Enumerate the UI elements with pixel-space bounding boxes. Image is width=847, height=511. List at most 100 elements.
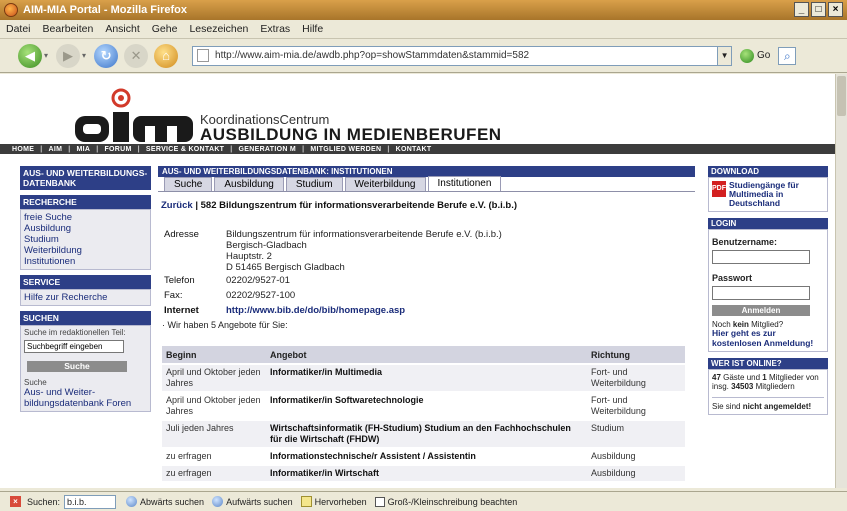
cell-richtung: Fort- und Weiterbildung [587,392,685,421]
go-button[interactable]: Go [740,48,770,63]
internet-link[interactable]: http://www.bib.de/do/bib/homepage.asp [226,305,405,316]
download-box: DOWNLOAD PDF Studiengänge für Multimedia… [708,166,828,212]
vertical-scrollbar[interactable] [835,74,847,488]
page-viewport: KoordinationsCentrum AUSBILDUNG IN MEDIE… [0,74,835,488]
table-row: zu erfragen Informatiker/in Wirtschaft A… [162,465,685,483]
main-content: AUS- UND WEITERBILDUNGSDATENBANK: INSTIT… [158,166,695,483]
find-up-icon [212,496,224,507]
find-previous-button[interactable]: Aufwärts suchen [212,496,293,507]
recherche-weiterbildung[interactable]: Weiterbildung [24,245,147,256]
cell-angebot-link[interactable]: Informatiker/in Multimedia [266,364,587,393]
find-next-button[interactable]: Abwärts suchen [126,496,204,507]
download-link[interactable]: PDF Studiengänge für Multimedia in Deuts… [712,181,824,208]
menu-datei[interactable]: Datei [6,23,31,35]
weiterbildungsdatenbank-title[interactable]: AUS- UND WEITERBILDUNGS-DATENBANK [20,166,151,190]
search-icon[interactable]: ⌕ [778,46,797,65]
address-row: Adresse Bildungszentrum für informations… [164,229,695,273]
tab-suche[interactable]: Suche [164,177,213,191]
url-dropdown-icon[interactable]: ▼ [718,45,733,66]
cell-richtung: Studium [587,420,685,449]
scrollbar-thumb[interactable] [837,76,846,116]
topnav-generation[interactable]: GENERATION M [239,146,297,153]
hilfe-zur-recherche-link[interactable]: Hilfe zur Recherche [24,292,147,303]
password-input[interactable] [712,285,810,300]
suche-datenbank-link[interactable]: Aus- und Weiter-bildungsdatenbank Foren [24,387,147,409]
match-case-label: Groß-/Kleinschreibung beachten [387,496,518,507]
tab-bar: Suche Ausbildung Studium Weiterbildung I… [158,176,695,192]
topnav-forum[interactable]: FORUM [104,146,131,153]
cell-angebot-link[interactable]: Informatiker/in Softwaretechnologie [266,392,587,421]
cell-richtung: Ausbildung [587,448,685,466]
username-input[interactable] [712,250,810,264]
match-case-checkbox[interactable]: Groß-/Kleinschreibung beachten [374,496,518,507]
stop-icon[interactable]: ✕ [124,43,149,68]
internet-row: Internet http://www.bib.de/do/bib/homepa… [164,305,695,316]
suchen-title: SUCHEN [20,311,151,325]
telefon-label: Telefon [164,275,195,286]
menu-hilfe[interactable]: Hilfe [302,23,323,35]
service-title: SERVICE [20,275,151,289]
login-title: LOGIN [708,218,828,229]
site-banner: KoordinationsCentrum AUSBILDUNG IN MEDIE… [0,74,835,144]
menu-bearbeiten[interactable]: Bearbeiten [43,23,94,35]
recherche-studium[interactable]: Studium [24,234,147,245]
find-input[interactable]: b.i.b. [64,494,117,509]
forward-dropdown-icon[interactable]: ▾ [82,51,86,60]
login-button[interactable]: Anmelden [712,305,810,316]
recherche-freie-suche[interactable]: freie Suche [24,212,147,223]
maximize-button[interactable]: □ [811,2,826,17]
reload-icon[interactable]: ↻ [94,43,119,68]
redaktion-search-input[interactable] [24,340,124,353]
topnav-home[interactable]: HOME [12,146,34,153]
tab-ausbildung[interactable]: Ausbildung [214,177,284,191]
url-field[interactable]: http://www.aim-mia.de/awdb.php?op=showSt… [192,45,719,66]
topnav-service[interactable]: SERVICE & KONTAKT [146,146,224,153]
address-line: Bergisch-Gladbach [226,240,307,251]
topnav-mia[interactable]: MIA [76,146,90,153]
close-icon[interactable]: × [10,496,21,507]
cell-angebot-link[interactable]: Informatiker/in Wirtschaft [266,465,587,483]
page-icon [197,49,210,62]
window-titlebar: AIM-MIA Portal - Mozilla Firefox _ □ × [0,0,847,20]
online-body: 47 Gäste und 1 Mitglieder von insg. 3450… [708,369,828,415]
cell-richtung: Ausbildung [587,465,685,483]
cell-angebot-link[interactable]: Informationstechnische/r Assistent / Ass… [266,448,587,466]
checkbox-icon [374,496,385,507]
close-window-button[interactable]: × [828,2,843,17]
tab-weiterbildung[interactable]: Weiterbildung [344,177,426,191]
register-link[interactable]: Hier geht es zur kostenlosen Anmeldung! [712,328,824,348]
table-row: April und Oktober jeden Jahres Informati… [162,392,685,421]
back-dropdown-icon[interactable]: ▾ [44,51,48,60]
pdf-icon: PDF [712,181,726,197]
recherche-ausbildung[interactable]: Ausbildung [24,223,147,234]
suchen-body: Suche im redaktionellen Teil: Suche Such… [20,325,151,412]
tab-studium[interactable]: Studium [285,177,343,191]
download-link-text: Studiengänge für Multimedia in Deutschla… [729,180,799,208]
cell-angebot-link[interactable]: Wirtschaftsinformatik (FH-Studium) Studi… [266,420,587,449]
menu-lesezeichen[interactable]: Lesezeichen [189,23,248,35]
redaktion-search-button[interactable]: Suche [27,361,127,372]
menu-extras[interactable]: Extras [260,23,290,35]
window-controls: _ □ × [794,2,843,17]
topnav-kontakt[interactable]: KONTAKT [396,146,432,153]
minimize-button[interactable]: _ [794,2,809,17]
forward-arrow-icon[interactable]: ▶ [56,43,81,68]
topnav-separator: | [96,145,99,153]
highlight-icon [300,496,312,507]
telefon-row: Telefon 02202/9527-01 [164,275,695,286]
recherche-box: RECHERCHE freie Suche Ausbildung Studium… [20,195,151,270]
home-icon[interactable]: ⌂ [154,43,179,68]
topnav-aim[interactable]: AIM [48,146,62,153]
menu-bar: Datei Bearbeiten Ansicht Gehe Lesezeiche… [0,20,847,39]
topnav-mitglied[interactable]: MITGLIED WERDEN [310,146,381,153]
top-navigation: HOME | AIM | MIA | FORUM | SERVICE & KONTAKT… [0,144,835,154]
recherche-institutionen[interactable]: Institutionen [24,256,147,267]
login-status: Sie sind nicht angemeldet! [712,402,824,411]
highlight-button[interactable]: Hervorheben [300,496,367,507]
back-arrow-icon[interactable]: ◀ [18,43,42,68]
menu-ansicht[interactable]: Ansicht [105,23,139,35]
back-link[interactable]: Zurück [161,200,193,211]
tab-institutionen[interactable]: Institutionen [427,176,502,191]
table-row: Juli jeden Jahres Wirtschaftsinformatik … [162,420,685,449]
menu-gehe[interactable]: Gehe [152,23,178,35]
